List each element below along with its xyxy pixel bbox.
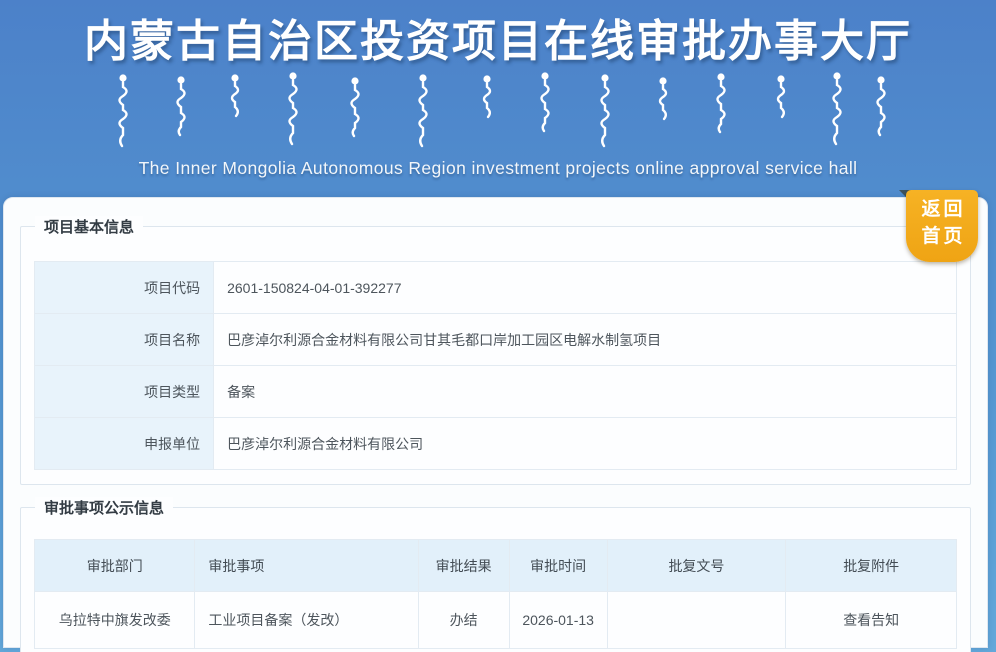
cell-result: 办结 (418, 592, 509, 649)
table-row: 乌拉特中旗发改委 工业项目备案（发改） 办结 2026-01-13 查看告知 (35, 592, 957, 649)
mongolian-script-decoration (88, 72, 908, 158)
row-value-project-code: 2601-150824-04-01-392277 (214, 262, 957, 314)
section-basic-info-title: 项目基本信息 (35, 216, 143, 237)
row-label-declaring-unit: 申报单位 (35, 418, 214, 470)
return-home-line1: 返回 (921, 199, 965, 220)
row-label-project-name: 项目名称 (35, 314, 214, 366)
site-header: 内蒙古自治区投资项目在线审批办事大厅 (0, 0, 996, 197)
col-header-item: 审批事项 (195, 540, 418, 592)
section-approval-info: 审批事项公示信息 审批部门 审批事项 审批结果 审批时间 批复文号 (20, 507, 971, 652)
cell-doc-no (607, 592, 786, 649)
view-notice-link[interactable]: 查看告知 (786, 592, 957, 649)
table-row: 申报单位 巴彦淖尔利源合金材料有限公司 (35, 418, 957, 470)
page: 内蒙古自治区投资项目在线审批办事大厅 (0, 0, 996, 652)
cell-approval-item: 工业项目备案（发改） (195, 592, 418, 649)
section-basic-info: 项目基本信息 项目代码 2601-150824-04-01-392277 项目名… (20, 226, 971, 485)
row-value-project-type: 备案 (214, 366, 957, 418)
cell-time: 2026-01-13 (509, 592, 607, 649)
row-label-project-code: 项目代码 (35, 262, 214, 314)
return-home-button[interactable]: 返回 首页 (906, 190, 978, 262)
col-header-doc-no: 批复文号 (607, 540, 786, 592)
site-subtitle-english: The Inner Mongolia Autonomous Region inv… (0, 158, 996, 178)
table-row: 项目类型 备案 (35, 366, 957, 418)
row-label-project-type: 项目类型 (35, 366, 214, 418)
row-value-declaring-unit: 巴彦淖尔利源合金材料有限公司 (214, 418, 957, 470)
col-header-time: 审批时间 (509, 540, 607, 592)
basic-info-table: 项目代码 2601-150824-04-01-392277 项目名称 巴彦淖尔利… (34, 261, 957, 470)
table-header-row: 审批部门 审批事项 审批结果 审批时间 批复文号 批复附件 (35, 540, 957, 592)
site-title-chinese: 内蒙古自治区投资项目在线审批办事大厅 (0, 0, 996, 68)
return-home-line2: 首页 (921, 226, 965, 247)
col-header-result: 审批结果 (418, 540, 509, 592)
table-row: 项目名称 巴彦淖尔利源合金材料有限公司甘其毛都口岸加工园区电解水制氢项目 (35, 314, 957, 366)
section-approval-info-title: 审批事项公示信息 (35, 497, 173, 518)
col-header-department: 审批部门 (35, 540, 195, 592)
row-value-project-name: 巴彦淖尔利源合金材料有限公司甘其毛都口岸加工园区电解水制氢项目 (214, 314, 957, 366)
cell-department: 乌拉特中旗发改委 (35, 592, 195, 649)
approval-table: 审批部门 审批事项 审批结果 审批时间 批复文号 批复附件 乌拉特中旗发改委 工… (34, 539, 957, 649)
col-header-attachment: 批复附件 (786, 540, 957, 592)
table-row: 项目代码 2601-150824-04-01-392277 (35, 262, 957, 314)
content-panel: 项目基本信息 项目代码 2601-150824-04-01-392277 项目名… (3, 197, 988, 648)
